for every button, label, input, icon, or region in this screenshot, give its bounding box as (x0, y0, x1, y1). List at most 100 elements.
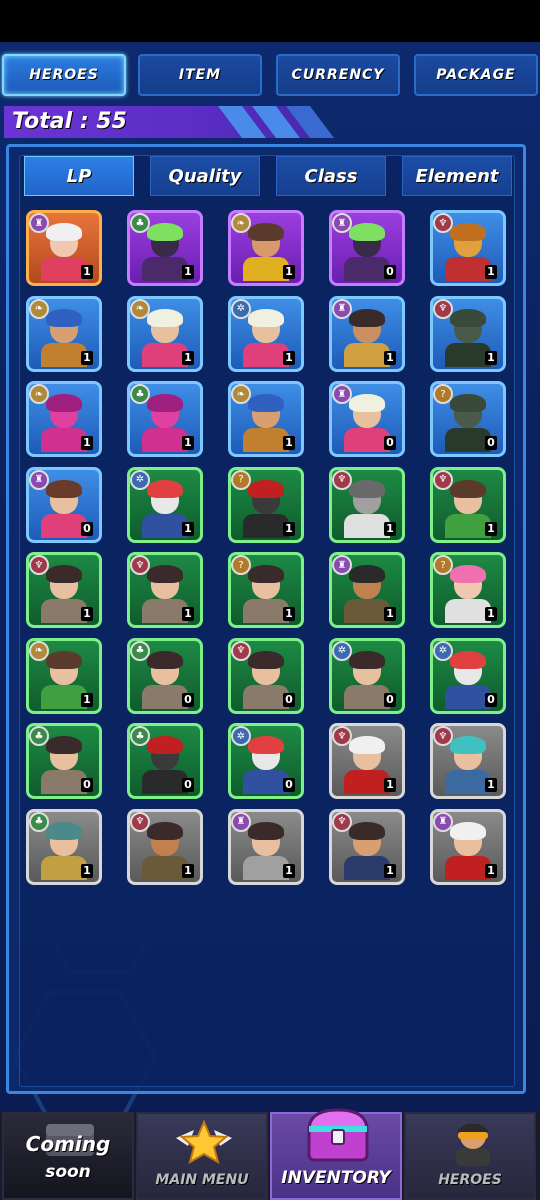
hero-hair (46, 736, 82, 754)
hero-hair (147, 650, 183, 669)
hero-card[interactable]: ✲ 1 (127, 466, 203, 543)
hero-card[interactable]: ♆ 0 (228, 637, 304, 714)
hero-card[interactable]: ❧ 1 (228, 210, 304, 286)
hero-card[interactable]: ♜ 1 (26, 210, 102, 286)
hero-hair (450, 223, 486, 241)
filter-label: Quality (168, 165, 242, 187)
hero-card[interactable]: ♣ 1 (127, 210, 203, 286)
hero-card[interactable]: ✲ 1 (228, 295, 304, 372)
nav-coming-soon[interactable]: Coming soon (2, 1112, 134, 1200)
gear-icon: ✲ (433, 640, 453, 661)
hero-card[interactable]: ? 1 (430, 552, 506, 628)
gear-icon: ✲ (231, 298, 251, 319)
hero-level: 1 (182, 607, 194, 621)
tab-heroes[interactable]: HEROES (2, 54, 126, 96)
hero-level: 1 (485, 521, 497, 536)
hero-card[interactable]: ♜ 0 (26, 466, 102, 543)
stripe-decoration (218, 106, 334, 138)
tank-icon: ♜ (332, 555, 352, 575)
hero-hair (46, 479, 82, 498)
hero-level: 1 (485, 607, 497, 621)
tab-item[interactable]: ITEM (138, 54, 262, 96)
hero-level: 1 (384, 521, 396, 536)
hero-hair (248, 394, 284, 412)
hero-card[interactable]: ♜ 1 (329, 295, 405, 372)
question-icon: ? (433, 384, 453, 404)
hero-card[interactable]: ♆ 1 (127, 808, 203, 885)
hero-hair (147, 223, 183, 241)
star-crown-icon (176, 1120, 232, 1164)
hero-card[interactable]: ✲ 0 (329, 637, 405, 714)
hero-card[interactable]: ❧ 1 (26, 295, 102, 372)
hero-card[interactable]: ? 1 (228, 466, 304, 543)
filter-label: Element (415, 165, 499, 187)
hero-card[interactable]: ♣ 0 (26, 723, 102, 799)
hero-card[interactable]: ♜ 0 (329, 210, 405, 286)
hero-card[interactable]: ? 0 (430, 381, 506, 457)
hero-card[interactable]: ♆ 1 (127, 552, 203, 628)
hero-hair (46, 565, 82, 583)
hero-hair (349, 223, 385, 241)
hero-card[interactable]: ❧ 1 (228, 381, 304, 457)
hero-card[interactable]: ♆ 1 (430, 723, 506, 799)
hero-card[interactable]: ♆ 1 (430, 466, 506, 543)
hero-card[interactable]: ♜ 1 (329, 552, 405, 628)
total-count: Total : 55 (12, 109, 127, 134)
filter-quality[interactable]: Quality (150, 156, 260, 196)
hero-card[interactable]: ♣ 1 (26, 808, 102, 885)
gear-icon: ✲ (231, 726, 251, 746)
hero-card[interactable]: ♆ 1 (329, 723, 405, 799)
status-bar (0, 0, 540, 42)
hero-card[interactable]: ❧ 1 (26, 381, 102, 457)
hero-hair (147, 565, 183, 583)
hero-card[interactable]: ♜ 0 (329, 381, 405, 457)
hero-level: 1 (81, 607, 93, 621)
hero-card[interactable]: ♜ 1 (430, 808, 506, 885)
hero-portrait-icon (456, 1123, 490, 1166)
hero-level: 1 (485, 863, 497, 878)
nav-heroes[interactable]: HEROES (404, 1112, 536, 1200)
hero-card[interactable]: ❧ 1 (127, 295, 203, 372)
hero-hair (248, 565, 284, 583)
tank-icon: ♜ (231, 811, 251, 832)
hero-hair (349, 308, 385, 327)
hero-card[interactable]: ♣ 0 (127, 723, 203, 799)
filter-class[interactable]: Class (276, 156, 386, 196)
hero-card[interactable]: ✲ 0 (228, 723, 304, 799)
hero-card[interactable]: ♜ 1 (228, 808, 304, 885)
demon-icon: ♆ (332, 726, 352, 746)
hero-level: 1 (81, 863, 93, 878)
hero-level: 0 (182, 692, 194, 707)
tab-currency[interactable]: CURRENCY (276, 54, 400, 96)
nav-main-menu[interactable]: MAIN MENU (136, 1112, 268, 1200)
demon-icon: ♆ (130, 555, 150, 575)
hero-level: 0 (384, 436, 396, 450)
demon-icon: ♆ (433, 726, 453, 746)
hero-level: 0 (283, 692, 295, 707)
tab-package[interactable]: PACKAGE (414, 54, 538, 96)
hero-hair (450, 565, 486, 583)
soon-label: soon (45, 1162, 91, 1182)
tab-label: ITEM (178, 67, 222, 83)
hero-card[interactable]: ✲ 0 (430, 637, 506, 714)
nav-inventory[interactable]: INVENTORY (270, 1108, 402, 1200)
feather-icon: ❧ (130, 298, 150, 319)
tab-label: PACKAGE (436, 67, 516, 83)
hero-card[interactable]: ? 1 (228, 552, 304, 628)
hero-card[interactable]: ♣ 0 (127, 637, 203, 714)
hero-hair (349, 650, 385, 669)
hero-card[interactable]: ❧ 1 (26, 637, 102, 714)
hero-hair (147, 736, 183, 754)
filter-element[interactable]: Element (402, 156, 512, 196)
hero-card[interactable]: ♆ 1 (329, 808, 405, 885)
hero-level: 1 (384, 607, 396, 621)
hero-card[interactable]: ♆ 1 (26, 552, 102, 628)
filter-lp[interactable]: LP (24, 156, 134, 196)
hero-card[interactable]: ♆ 1 (430, 210, 506, 286)
filter-label: Class (304, 165, 358, 187)
hero-card[interactable]: ♆ 1 (430, 295, 506, 372)
hero-card[interactable]: ♣ 1 (127, 381, 203, 457)
hero-card[interactable]: ♆ 1 (329, 466, 405, 543)
leaf-icon: ♣ (130, 640, 150, 661)
demon-icon: ♆ (231, 640, 251, 661)
